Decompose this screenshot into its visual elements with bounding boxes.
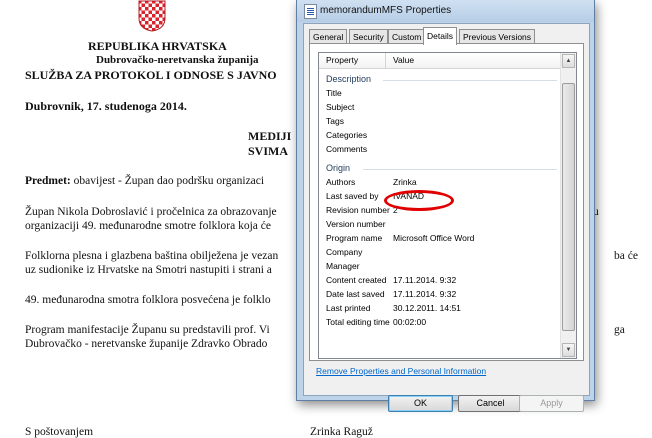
property-value: 30.12.2011. 14:51: [393, 303, 461, 313]
property-name: Version number: [326, 219, 386, 229]
property-name: Tags: [326, 116, 344, 126]
tab-security[interactable]: Security: [349, 29, 388, 44]
doc-subject-text: obavijest - Župan dao podršku organizaci: [73, 175, 265, 187]
doc-office: SLUŽBA ZA PROTOKOL I ODNOSE S JAVNO: [25, 68, 277, 82]
section-heading: Description: [326, 74, 372, 84]
doc-closing: S poštovanjem: [25, 426, 94, 438]
property-row[interactable]: Program name Microsoft Office Word: [319, 231, 559, 245]
property-row[interactable]: Authors Zrinka: [319, 175, 559, 189]
doc-paragraph-line: ga: [614, 324, 625, 336]
section-description: Description: [319, 72, 559, 86]
doc-paragraph-line: Folklorna plesna i glazbena baština obil…: [25, 250, 279, 262]
property-value: Zrinka: [393, 177, 417, 187]
list-header: Property Value: [319, 53, 576, 69]
property-row[interactable]: Title: [319, 86, 559, 100]
column-separator[interactable]: [385, 53, 386, 68]
doc-subject: Predmet: obavijest - Župan dao podršku o…: [25, 175, 264, 187]
ok-button[interactable]: OK: [388, 395, 453, 412]
property-value: 17.11.2014. 9:32: [393, 275, 457, 285]
property-name: Manager: [326, 261, 360, 271]
property-name: Title: [326, 88, 342, 98]
property-name: Subject: [326, 102, 355, 112]
remove-properties-link[interactable]: Remove Properties and Personal Informati…: [316, 366, 486, 376]
doc-paragraph-line: Dubrovačko - neretvanske županije Zdravk…: [25, 338, 268, 350]
doc-paragraph-line: Program manifestacije Županu su predstav…: [25, 324, 270, 336]
property-row[interactable]: Version number: [319, 217, 559, 231]
property-row[interactable]: Total editing time 00:02:00: [319, 315, 559, 329]
property-row[interactable]: Categories: [319, 128, 559, 142]
dialog-title: memorandumMFS Properties: [320, 5, 452, 16]
property-name: Authors: [326, 177, 356, 187]
dialog-client-area: General Security Custom Details Previous…: [303, 23, 590, 412]
property-row[interactable]: Company: [319, 245, 559, 259]
property-value: 00:02:00: [393, 317, 427, 327]
doc-country: REPUBLIKA HRVATSKA: [88, 39, 227, 53]
property-name: Company: [326, 247, 363, 257]
property-row[interactable]: Content created 17.11.2014. 9:32: [319, 273, 559, 287]
tab-custom[interactable]: Custom: [388, 29, 426, 44]
doc-paragraph-line: ba će: [614, 250, 638, 262]
property-name: Total editing time: [326, 317, 390, 327]
doc-paragraph-line: 49. međunarodna smotra folklora posvećen…: [25, 294, 271, 306]
column-header-property[interactable]: Property: [326, 55, 358, 65]
tab-general[interactable]: General: [309, 29, 348, 44]
section-rule: [383, 80, 557, 81]
tab-details[interactable]: Details: [423, 27, 457, 45]
property-value: Microsoft Office Word: [393, 233, 475, 243]
cancel-button[interactable]: Cancel: [458, 395, 523, 412]
red-annotation-ellipse: [384, 190, 454, 211]
column-header-value[interactable]: Value: [393, 55, 414, 65]
doc-county: Dubrovačko-neretvanska županija: [96, 54, 259, 66]
apply-button[interactable]: Apply: [519, 395, 584, 412]
doc-paragraph-line: Župan Nikola Dobroslavić i pročelnica za…: [25, 206, 277, 218]
property-name: Categories: [326, 130, 368, 140]
croatian-coat-of-arms-icon: [138, 0, 166, 32]
property-name: Last printed: [326, 303, 371, 313]
dialog-titlebar[interactable]: memorandumMFS Properties: [297, 0, 594, 22]
property-row[interactable]: Last printed 30.12.2011. 14:51: [319, 301, 559, 315]
section-rule: [363, 169, 557, 170]
doc-recipient-all: SVIMA: [248, 144, 289, 158]
property-name: Content created: [326, 275, 387, 285]
property-row[interactable]: Comments: [319, 142, 559, 156]
property-name: Comments: [326, 144, 368, 154]
doc-subject-label: Predmet:: [25, 175, 71, 187]
doc-date: Dubrovnik, 17. studenoga 2014.: [25, 99, 187, 113]
word-document-icon: [304, 4, 317, 19]
doc-signature: Zrinka Raguž: [310, 426, 373, 438]
doc-paragraph-line: organizaciji 49. međunarodne smotre folk…: [25, 220, 271, 232]
property-name: Date last saved: [326, 289, 385, 299]
scroll-down-arrow-icon[interactable]: ▼: [562, 343, 575, 357]
property-name: Revision number: [326, 205, 390, 215]
property-name: Last saved by: [326, 191, 379, 201]
property-row[interactable]: Manager: [319, 259, 559, 273]
scrollbar-thumb[interactable]: [562, 83, 575, 331]
property-row[interactable]: Subject: [319, 100, 559, 114]
section-heading: Origin: [326, 163, 351, 173]
tab-previous-versions[interactable]: Previous Versions: [459, 29, 536, 44]
doc-recipient-media: MEDIJI: [248, 129, 292, 143]
section-origin: Origin: [319, 161, 559, 175]
property-row[interactable]: Date last saved 17.11.2014. 9:32: [319, 287, 559, 301]
property-value: 17.11.2014. 9:32: [393, 289, 457, 299]
property-row[interactable]: Tags: [319, 114, 559, 128]
property-name: Program name: [326, 233, 383, 243]
vertical-scrollbar[interactable]: ▲ ▼: [560, 53, 576, 358]
doc-paragraph-line: uz sudionike iz Hrvatske na Smotri nastu…: [25, 264, 272, 276]
scroll-up-arrow-icon[interactable]: ▲: [562, 54, 575, 68]
